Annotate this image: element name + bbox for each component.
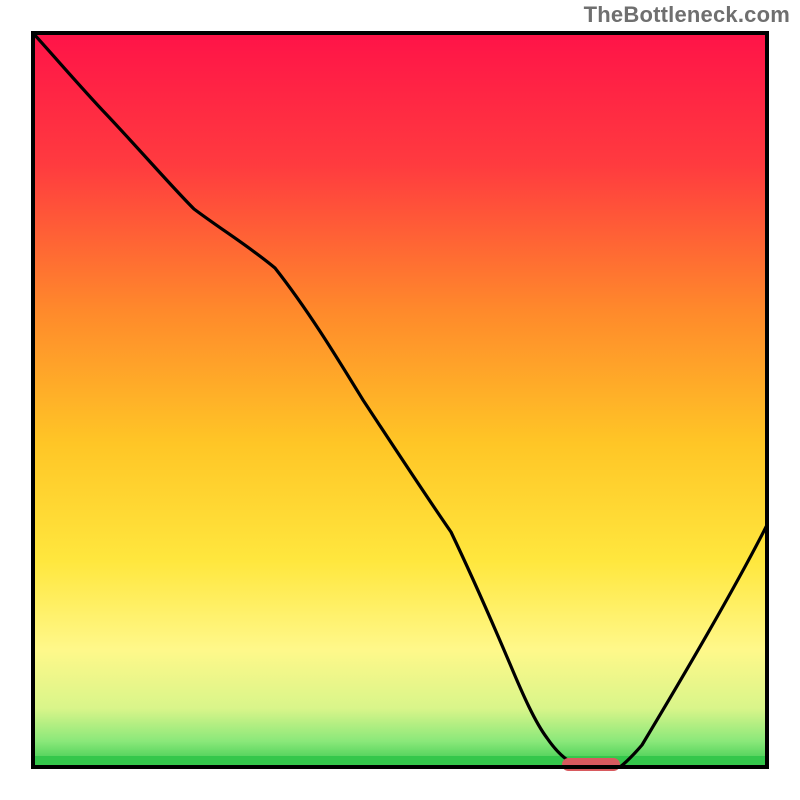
bottleneck-chart xyxy=(0,0,800,800)
attribution-watermark: TheBottleneck.com xyxy=(584,2,790,28)
chart-container: TheBottleneck.com xyxy=(0,0,800,800)
gradient-background xyxy=(33,33,767,767)
optimal-marker xyxy=(562,758,620,771)
